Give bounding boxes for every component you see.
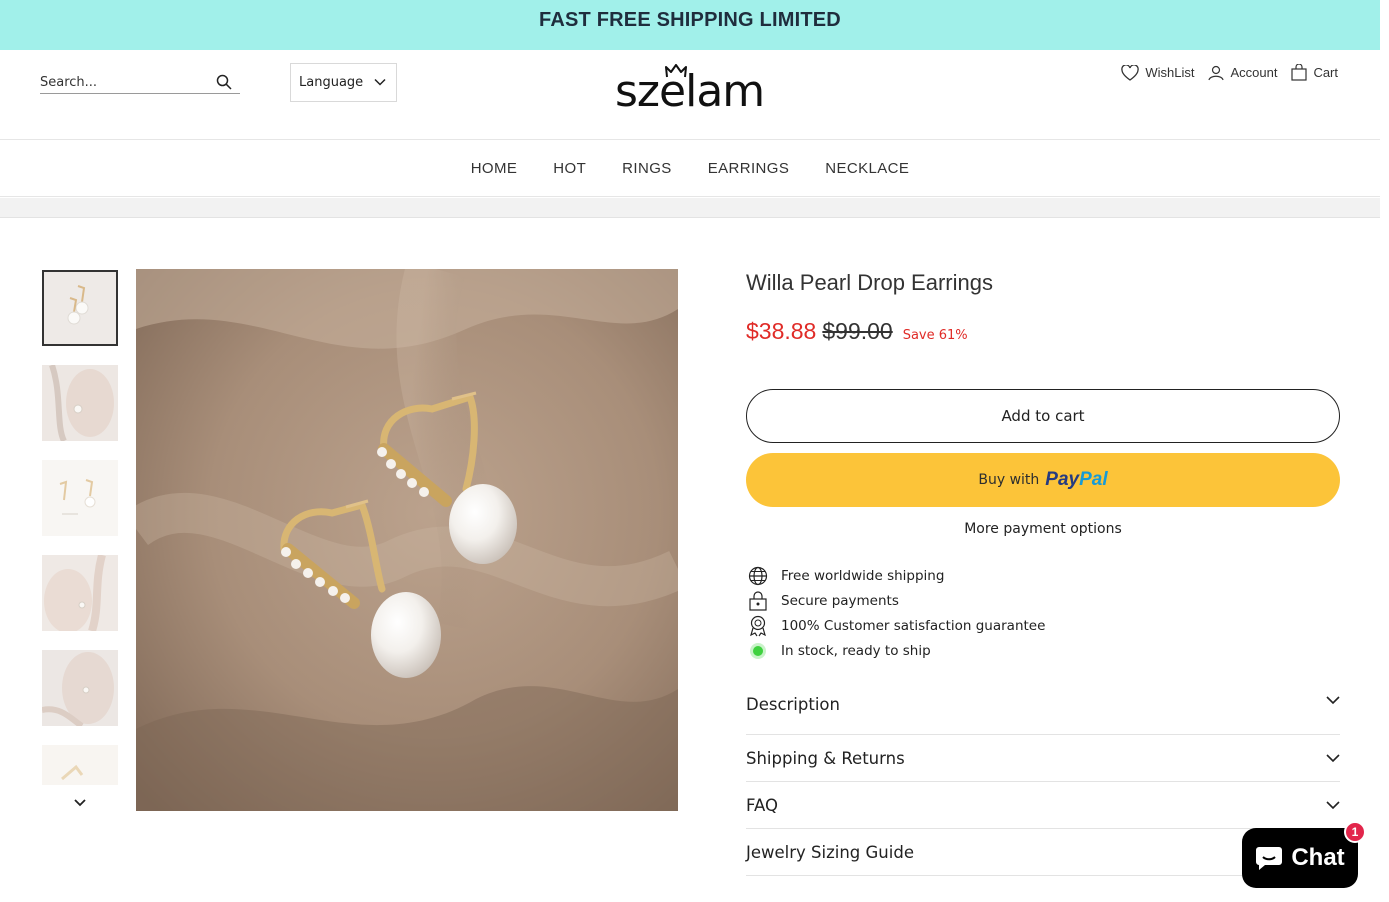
announcement-text: FAST FREE SHIPPING LIMITED <box>539 8 841 31</box>
search-input[interactable] <box>40 72 210 92</box>
site-header: Language szelam WishList Account Cart <box>0 50 1380 140</box>
paypal-button[interactable]: Buy with PayPal <box>746 453 1340 507</box>
nav-item-home[interactable]: HOME <box>471 160 518 177</box>
search-bar <box>40 72 240 94</box>
product-title: Willa Pearl Drop Earrings <box>746 270 993 295</box>
sale-price: $38.88 <box>746 318 817 344</box>
thumbnail-4[interactable] <box>42 555 118 631</box>
feature-text: Free worldwide shipping <box>781 567 945 584</box>
heart-icon <box>1121 64 1140 81</box>
accordion-faq[interactable]: FAQ <box>746 782 1340 829</box>
nav-item-earrings[interactable]: EARRINGS <box>708 160 790 177</box>
nav-item-necklace[interactable]: NECKLACE <box>825 160 909 177</box>
paypal-logo-pay: Pay <box>1045 469 1080 490</box>
stock-dot-icon <box>746 640 770 662</box>
paypal-buy-with-label: Buy with <box>978 472 1040 488</box>
feature-guarantee: 100% Customer satisfaction guarantee <box>746 613 1340 638</box>
header-actions: WishList Account Cart <box>1121 64 1338 81</box>
search-icon[interactable] <box>216 74 232 95</box>
feature-list: Free worldwide shipping Secure payments … <box>746 563 1340 663</box>
announcement-bar: FAST FREE SHIPPING LIMITED <box>0 0 1380 50</box>
chat-label: Chat <box>1291 844 1345 871</box>
product-main-image[interactable] <box>136 269 678 811</box>
breadcrumb-strip <box>0 198 1380 218</box>
accordion-label: Description <box>746 695 840 714</box>
chevron-down-icon <box>1326 801 1340 810</box>
paypal-logo-pal: Pal <box>1079 469 1108 490</box>
thumbnail-3[interactable] <box>42 460 118 536</box>
feature-text: 100% Customer satisfaction guarantee <box>781 617 1046 634</box>
wishlist-link[interactable]: WishList <box>1121 64 1195 81</box>
accordion-label: Shipping & Returns <box>746 748 905 768</box>
feature-text: Secure payments <box>781 592 899 609</box>
thumbnail-scroll-down-icon[interactable] <box>73 796 87 814</box>
bag-icon <box>1291 64 1308 81</box>
chevron-down-icon <box>1326 754 1340 763</box>
chat-notification-badge: 1 <box>1344 821 1366 843</box>
main-nav: HOME HOT RINGS EARRINGS NECKLACE <box>0 141 1380 197</box>
account-link[interactable]: Account <box>1208 65 1277 81</box>
feature-secure: Secure payments <box>746 588 1340 613</box>
lock-icon <box>746 590 770 612</box>
chevron-down-icon <box>374 76 386 92</box>
accordion-label: Jewelry Sizing Guide <box>746 842 914 862</box>
site-logo[interactable]: szelam <box>615 64 767 114</box>
feature-stock: In stock, ready to ship <box>746 638 1340 663</box>
thumbnail-1[interactable] <box>42 270 118 346</box>
chevron-down-icon <box>1326 696 1340 705</box>
user-icon <box>1208 65 1225 80</box>
cart-label: Cart <box>1313 65 1338 80</box>
feature-text: In stock, ready to ship <box>781 642 931 659</box>
account-label: Account <box>1230 65 1278 80</box>
accordion-shipping-returns[interactable]: Shipping & Returns <box>746 735 1340 782</box>
chat-button[interactable]: Chat 1 <box>1242 821 1366 888</box>
accordion-description[interactable]: Description <box>746 695 1340 735</box>
logo-text: szelam <box>615 66 765 117</box>
price-block: $38.88 $99.00 Save 61% <box>746 318 1340 345</box>
accordion-label: FAQ <box>746 795 778 815</box>
product-info: Willa Pearl Drop Earrings $38.88 $99.00 … <box>746 270 1340 876</box>
thumbnail-2[interactable] <box>42 365 118 441</box>
paypal-logo: PayPal <box>1045 469 1107 491</box>
thumbnail-6[interactable] <box>42 745 118 785</box>
nav-item-rings[interactable]: RINGS <box>622 160 672 177</box>
more-payment-options-link[interactable]: More payment options <box>746 521 1340 537</box>
language-select[interactable]: Language <box>290 63 397 102</box>
thumbnail-5[interactable] <box>42 650 118 726</box>
wishlist-label: WishList <box>1145 65 1195 80</box>
original-price: $99.00 <box>822 318 893 344</box>
add-to-cart-button[interactable]: Add to cart <box>746 389 1340 443</box>
cart-link[interactable]: Cart <box>1291 64 1338 81</box>
language-label: Language <box>299 75 364 90</box>
chat-bubble-icon <box>1256 847 1283 870</box>
save-badge: Save 61% <box>902 328 968 343</box>
award-icon <box>746 615 770 637</box>
globe-icon <box>746 565 770 587</box>
feature-shipping: Free worldwide shipping <box>746 563 1340 588</box>
nav-item-hot[interactable]: HOT <box>553 160 586 177</box>
thumbnail-list <box>42 270 118 804</box>
